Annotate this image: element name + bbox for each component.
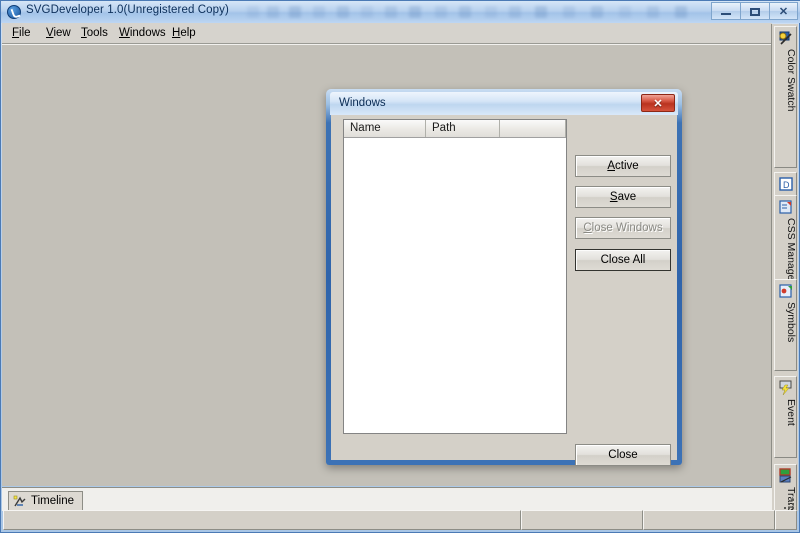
- save-button[interactable]: Save: [575, 186, 671, 208]
- ghost-toolbar-icon: [247, 6, 259, 18]
- dock-tab-symbols[interactable]: Symbols: [774, 279, 797, 371]
- css-manager-icon: [779, 200, 792, 214]
- ghost-toolbar-icon: [313, 6, 325, 18]
- status-cell-1: [3, 510, 521, 530]
- dock-tab-label: Event: [785, 399, 797, 426]
- ghost-toolbar-icon: [647, 6, 659, 18]
- bottom-tab-strip: Timeline: [2, 487, 772, 511]
- restore-button[interactable]: [740, 2, 769, 20]
- title-bar: SVGDeveloper 1.0(Unregistered Copy) ✕: [1, 1, 800, 23]
- ghost-toolbar-icon: [675, 6, 687, 18]
- dialog-body: Name Path Active Save Close Windows Close Al…: [331, 115, 677, 466]
- ghost-toolbar-icon: [591, 6, 603, 18]
- ghost-toolbar-icon: [289, 6, 301, 18]
- transform-icon: [779, 468, 792, 483]
- svg-text:D: D: [783, 180, 790, 190]
- list-column-header-path[interactable]: Path: [426, 120, 500, 137]
- status-bar: [3, 499, 797, 531]
- list-rows[interactable]: [344, 138, 566, 433]
- dialog-close-icon: ✕: [653, 97, 663, 110]
- close-all-button[interactable]: Close All: [575, 249, 671, 271]
- ghost-toolbar-icon: [509, 6, 521, 18]
- ghost-toolbar-icon: [563, 6, 575, 18]
- dock-tab-label: Color Swatch: [785, 49, 797, 112]
- close-button[interactable]: Close: [575, 444, 671, 466]
- menu-item-help[interactable]: Help: [172, 27, 196, 39]
- ghost-toolbar-icon: [485, 6, 497, 18]
- minimize-icon: [721, 13, 731, 15]
- ghost-toolbar-icon: [267, 6, 279, 18]
- windows-list[interactable]: Name Path: [343, 119, 567, 434]
- ghost-toolbar-icon: [535, 6, 547, 18]
- menu-item-windows[interactable]: Windows: [119, 27, 166, 39]
- ghost-toolbar-icon: [435, 6, 447, 18]
- ghost-toolbar-icon: [385, 6, 397, 18]
- list-header: Name Path: [344, 120, 566, 138]
- status-cell-2: [521, 510, 643, 530]
- ghost-toolbar-icon: [619, 6, 631, 18]
- status-cell-4: [775, 510, 797, 530]
- status-cell-3: [643, 510, 775, 530]
- tab-timeline-label: Timeline: [31, 495, 75, 507]
- window-title: SVGDeveloper 1.0(Unregistered Copy): [26, 4, 229, 16]
- application-window: SVGDeveloper 1.0(Unregistered Copy) ✕ Fi…: [0, 0, 800, 533]
- timeline-icon: [13, 495, 26, 507]
- ghost-toolbar-icon: [361, 6, 373, 18]
- menu-item-view[interactable]: View: [46, 27, 71, 39]
- list-column-header-blank[interactable]: [500, 120, 566, 137]
- ghost-toolbar-icon: [459, 6, 471, 18]
- color-swatch-icon: [779, 31, 792, 45]
- active-button[interactable]: Active: [575, 155, 671, 177]
- dialog-title: Windows: [339, 97, 386, 109]
- dock-tab-label: CSS Manager: [785, 218, 797, 284]
- dock-tab-label: Symbols: [785, 302, 797, 343]
- menu-item-file[interactable]: File: [12, 27, 31, 39]
- dialog-title-bar: Windows ✕: [330, 92, 678, 115]
- tab-timeline[interactable]: Timeline: [8, 491, 84, 511]
- windows-dialog: Windows ✕ Name Path Active Save Close Windo…: [326, 89, 682, 466]
- ghost-toolbar-icon: [337, 6, 349, 18]
- dom-icon: D: [779, 177, 793, 191]
- dock-tab-color-swatch[interactable]: Color Swatch: [774, 26, 797, 168]
- minimize-button[interactable]: [711, 2, 740, 20]
- right-dock-panel: Color SwatchDDomCSS ManagerSymbolsEventT…: [771, 24, 798, 524]
- restore-icon: [750, 8, 760, 16]
- menu-bar: File View Tools Windows Help: [2, 23, 772, 44]
- menu-item-tools[interactable]: Tools: [81, 27, 108, 39]
- ghost-toolbar-icon: [409, 6, 421, 18]
- close-button[interactable]: ✕: [769, 2, 798, 20]
- close-windows-button: Close Windows: [575, 217, 671, 239]
- symbols-icon: [779, 284, 792, 298]
- list-column-header-name[interactable]: Name: [344, 120, 426, 137]
- ghost-toolbar-icons: [247, 3, 707, 21]
- dock-tab-event[interactable]: Event: [774, 376, 797, 458]
- window-controls: ✕: [711, 2, 798, 20]
- svg-developer-icon: [7, 5, 21, 19]
- dialog-close-button[interactable]: ✕: [641, 94, 675, 112]
- event-icon: [779, 380, 792, 396]
- close-icon: ✕: [778, 5, 789, 18]
